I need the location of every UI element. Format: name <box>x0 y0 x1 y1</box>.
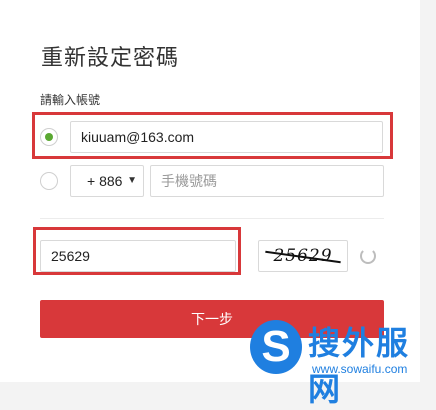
watermark-url: www.sowaifu.com <box>312 362 408 376</box>
phone-option-radio[interactable] <box>40 172 58 190</box>
watermark: S 搜外服网 www.sowaifu.com <box>244 314 434 407</box>
country-code-select[interactable]: + 886 ▼ <box>70 165 144 197</box>
page-title: 重新設定密碼 <box>41 45 180 70</box>
phone-input[interactable]: 手機號碼 <box>150 165 384 197</box>
captcha-highlight-box <box>33 227 241 275</box>
email-highlight-box <box>32 112 393 159</box>
refresh-icon[interactable] <box>360 248 376 264</box>
watermark-logo: S <box>250 320 302 374</box>
captcha-image[interactable]: 25629 <box>258 240 348 272</box>
chevron-down-icon: ▼ <box>127 175 137 186</box>
divider <box>40 218 384 219</box>
country-code-value: + 886 <box>87 173 123 189</box>
account-label: 請輸入帳號 <box>40 93 101 107</box>
